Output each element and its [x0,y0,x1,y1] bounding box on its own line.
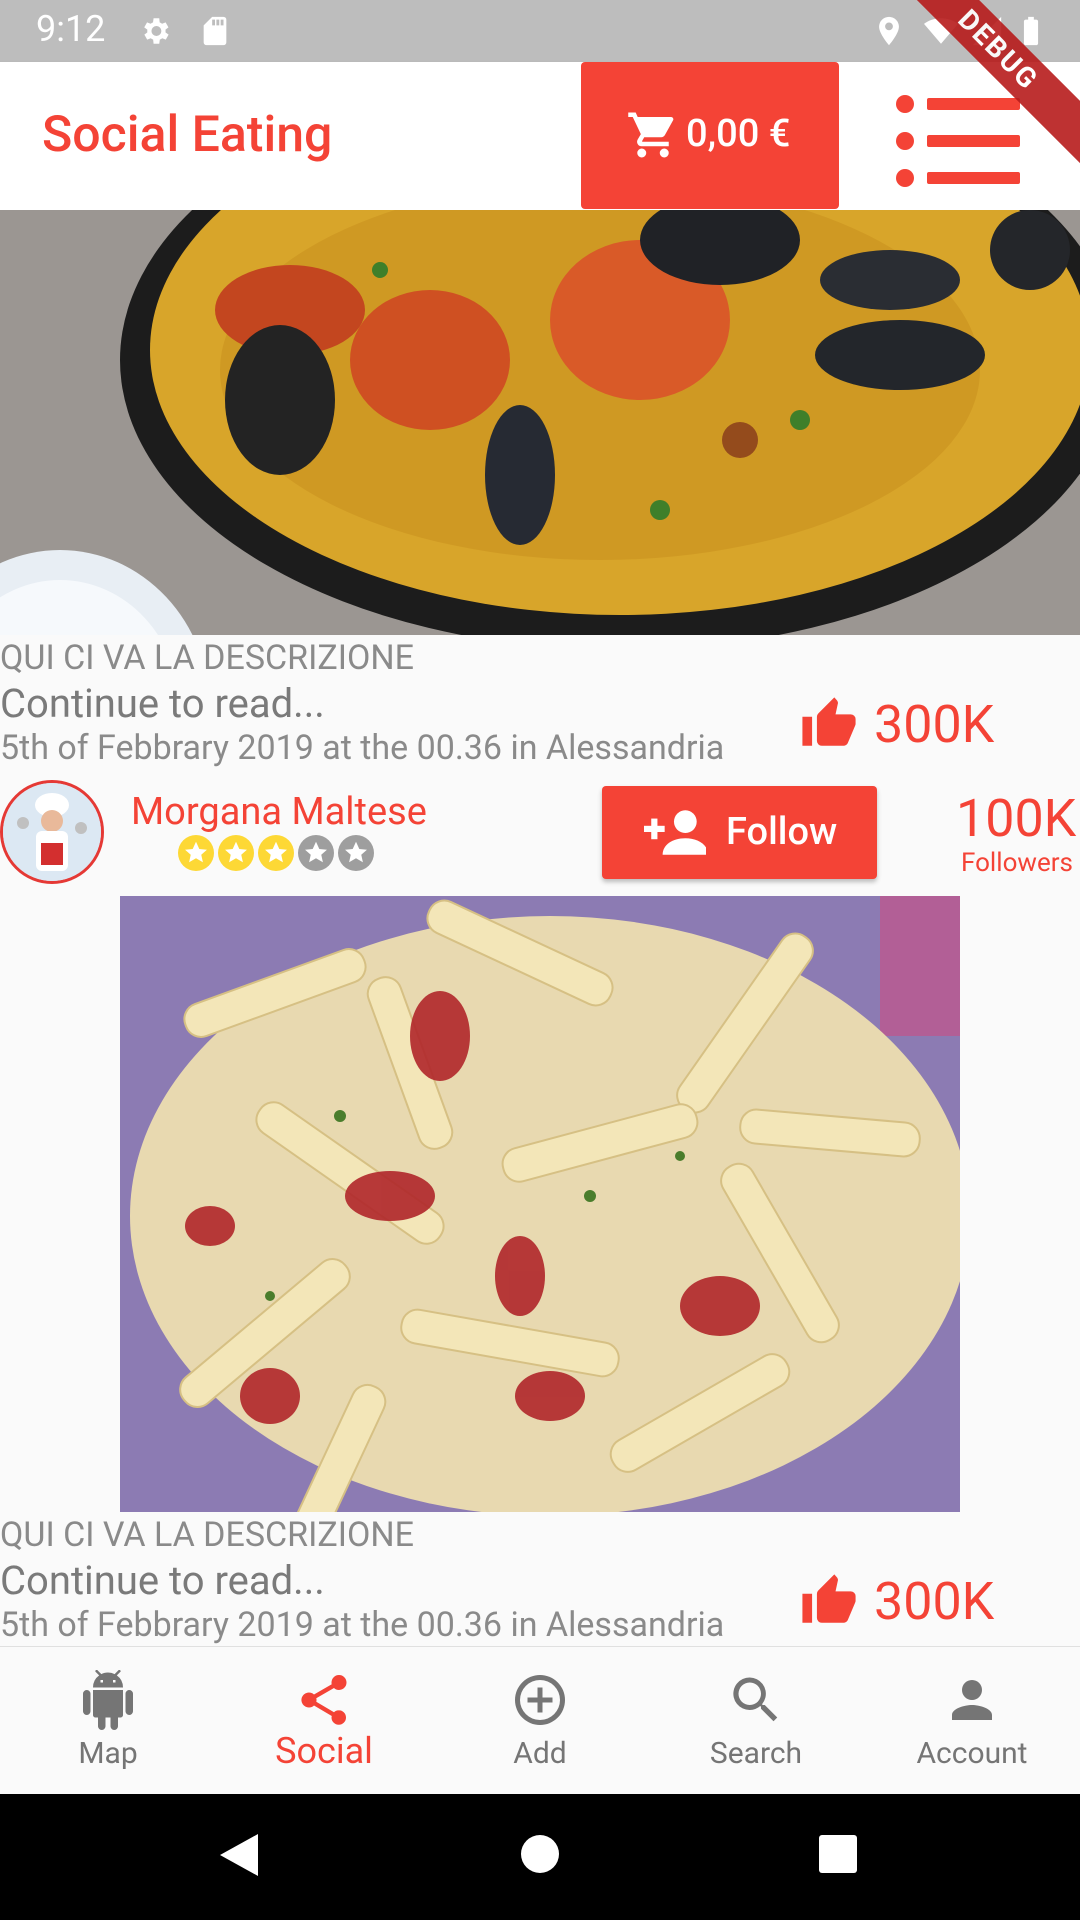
post-image-pasta[interactable] [120,896,960,1512]
shopping-cart-icon [628,112,674,158]
star-filled-icon [258,835,294,871]
nav-item-account[interactable]: Account [864,1646,1080,1794]
followers-label: Followers [961,848,1073,878]
nav-item-search[interactable]: Search [648,1646,864,1794]
star-filled-icon [218,835,254,871]
nav-item-social[interactable]: Social [216,1646,432,1794]
recents-icon[interactable] [818,1834,858,1874]
status-bar: 9:12 [0,0,1080,62]
star-empty-icon [298,835,334,871]
thumb-up-icon[interactable] [798,1572,860,1630]
status-time: 9:12 [36,8,106,50]
search-icon [733,1677,778,1722]
nav-label: Account [916,1736,1028,1771]
thumb-up-icon[interactable] [798,695,860,753]
post-description: QUI CI VA LA DESCRIZIONE [0,1515,414,1555]
nav-label: Map [78,1736,138,1771]
like-count: 300K [874,1571,995,1632]
followers-count: 100K [956,788,1077,849]
android-icon [83,1670,133,1730]
back-icon[interactable] [218,1832,260,1878]
avatar[interactable] [0,780,104,884]
post-date-location: 5th of Febbrary 2019 at the 00.36 in Ale… [0,1605,725,1645]
user-rating [178,835,374,871]
system-navigation-bar [0,1794,1080,1920]
star-filled-icon [178,835,214,871]
nav-label: Search [709,1736,803,1771]
post-description: QUI CI VA LA DESCRIZIONE [0,638,414,678]
post-date-location: 5th of Febbrary 2019 at the 00.36 in Ale… [0,728,725,768]
post-image-paella[interactable] [0,210,1080,635]
username[interactable]: Morgana Maltese [131,790,427,834]
share-icon [301,1675,347,1725]
person-add-icon [644,810,706,855]
cart-amount: 0,00 € [686,112,791,156]
like-count: 300K [874,694,995,755]
nav-item-map[interactable]: Map [0,1646,216,1794]
home-icon[interactable] [520,1834,560,1874]
sd-card-icon [203,16,227,46]
continue-reading-link[interactable]: Continue to read... [0,680,325,727]
nav-label: Add [513,1736,567,1771]
nav-label: Social [275,1730,373,1772]
location-icon [879,16,899,46]
app-title: Social Eating [42,106,333,164]
nav-item-add[interactable]: Add [432,1646,648,1794]
account-icon [952,1680,992,1720]
menu-list-icon[interactable] [895,92,1020,190]
follow-label: Follow [726,810,838,854]
continue-reading-link[interactable]: Continue to read... [0,1557,325,1604]
chef-avatar-image [3,783,101,881]
star-empty-icon [338,835,374,871]
add-circle-icon [515,1675,565,1725]
settings-icon [144,18,169,44]
